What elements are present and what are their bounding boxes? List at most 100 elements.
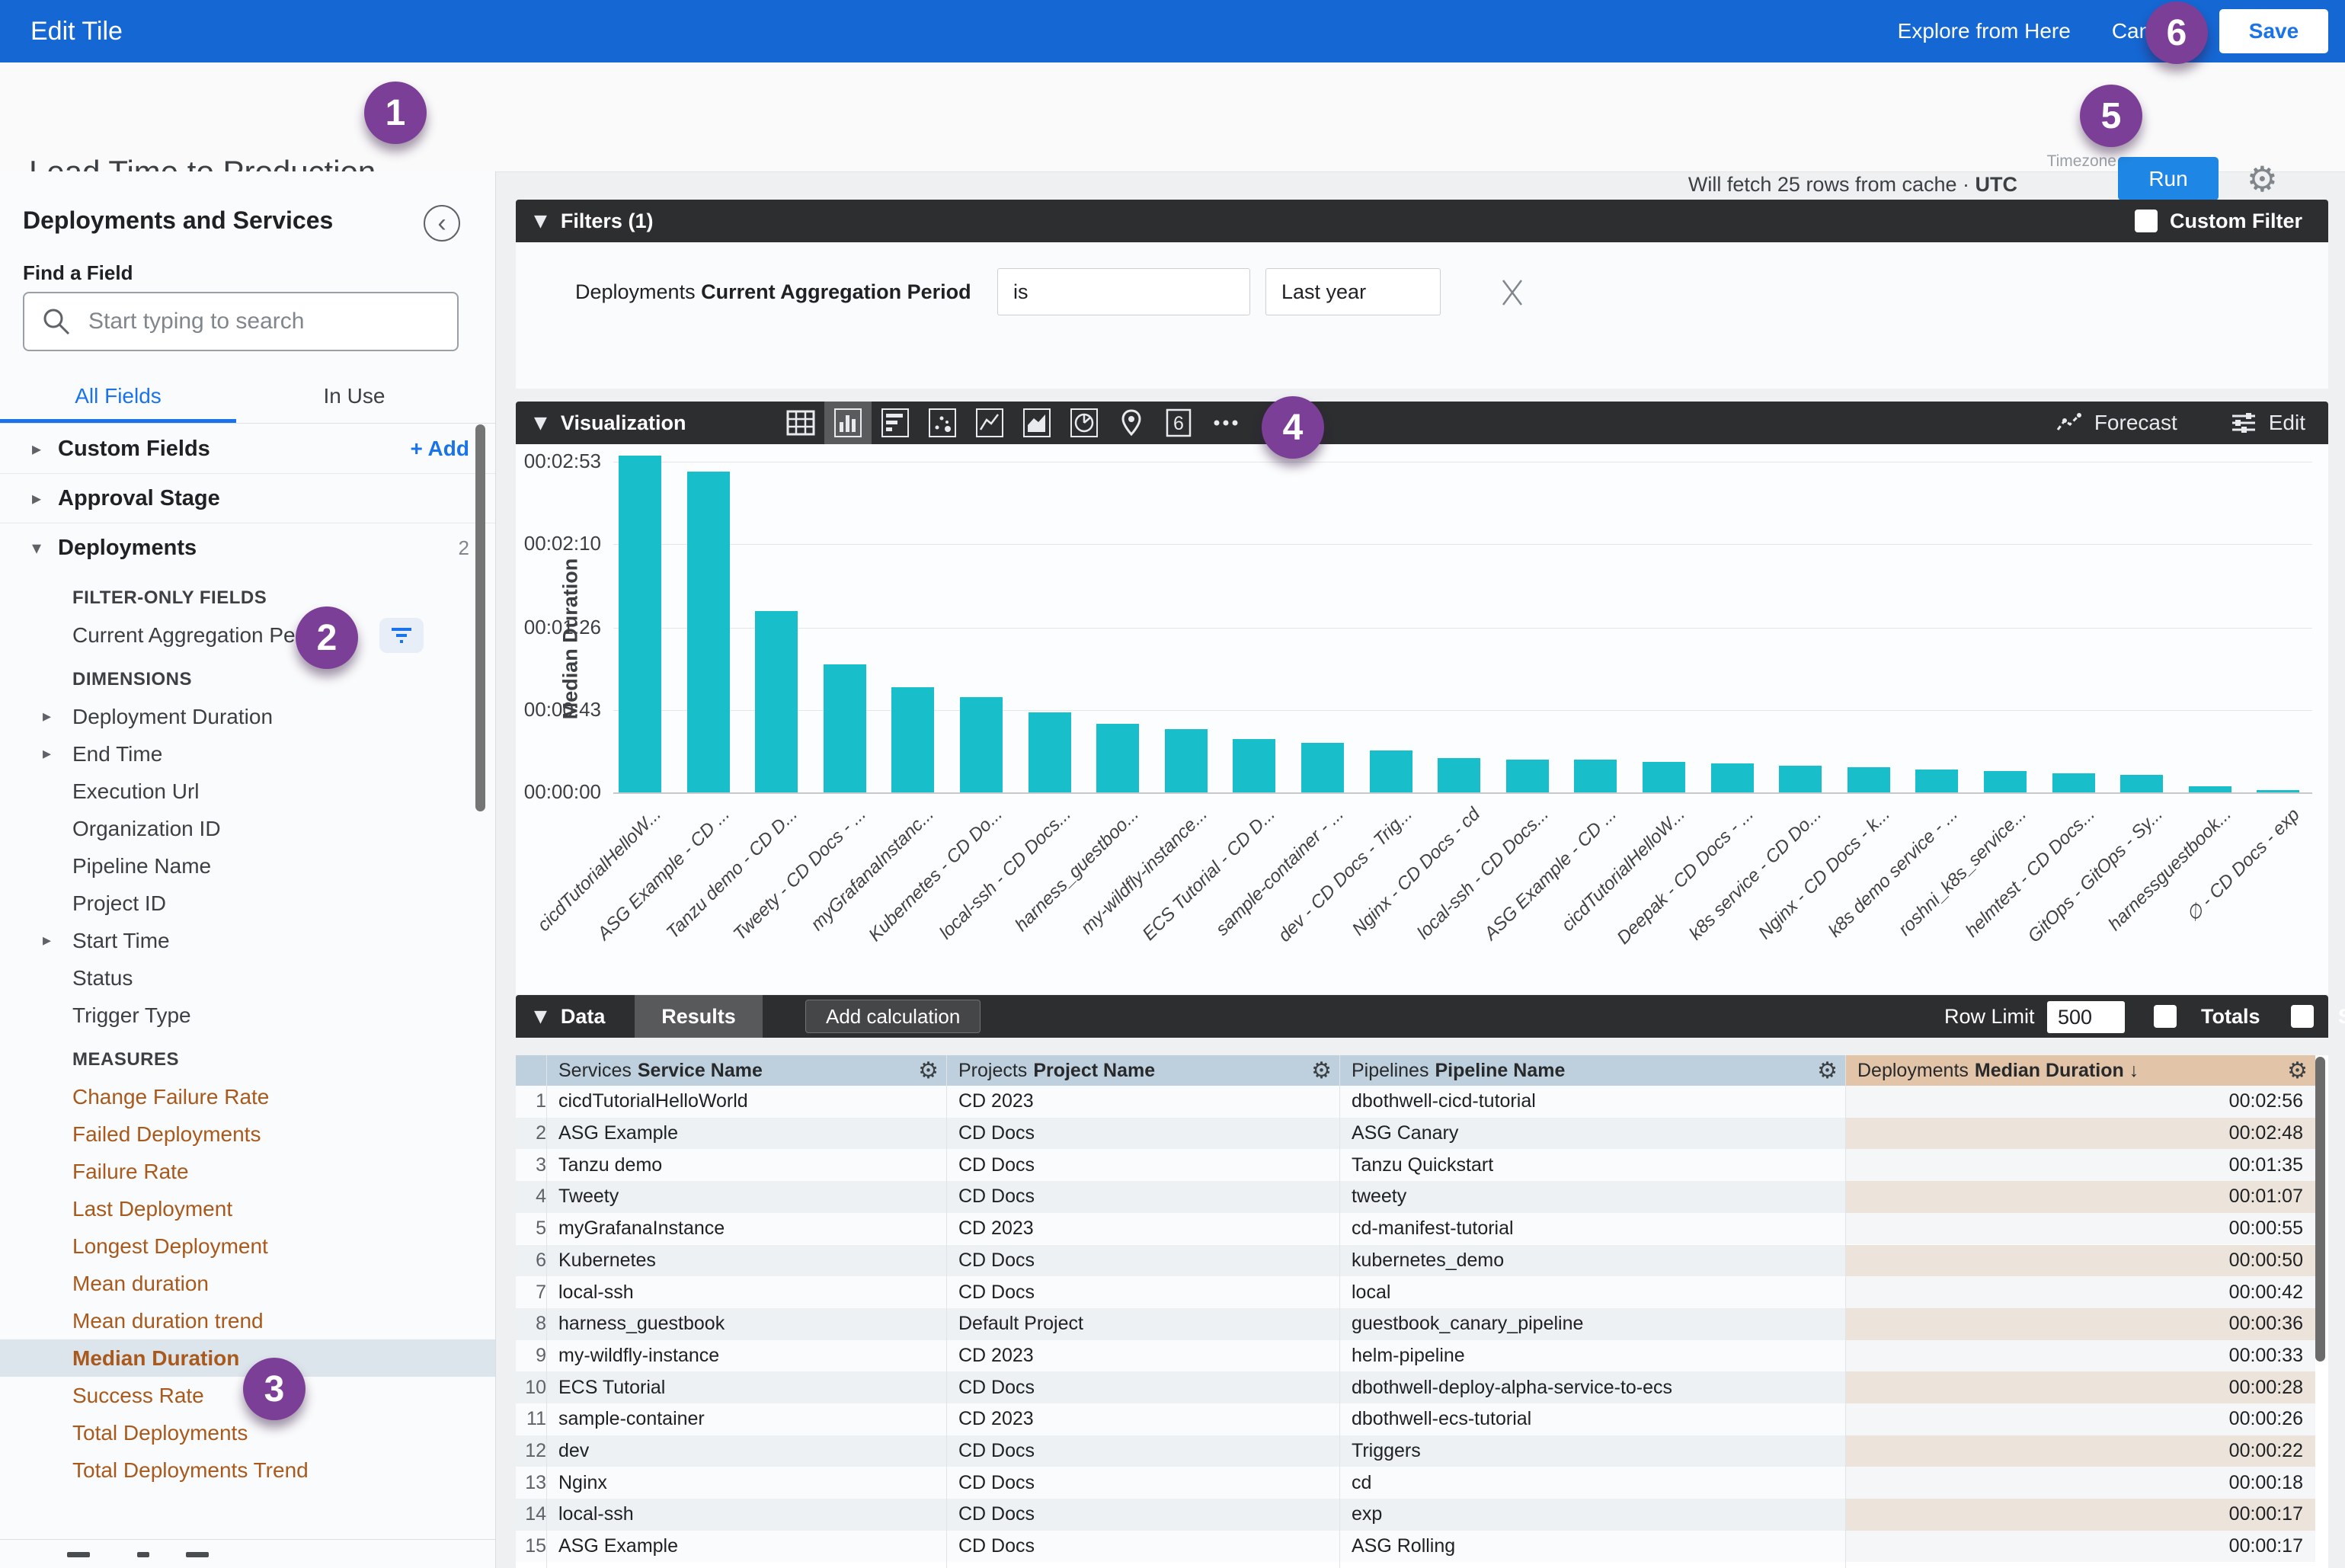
cell-median-duration[interactable]: 00:00:17	[1845, 1531, 2315, 1563]
run-button[interactable]: Run	[2118, 157, 2219, 200]
viz-type-column-icon[interactable]	[824, 402, 872, 444]
cell-project-name[interactable]: CD Docs	[946, 1435, 1339, 1467]
field-item[interactable]: Status	[0, 959, 495, 997]
section-collapse-caret-icon[interactable]: ▼	[534, 414, 547, 433]
cell-median-duration[interactable]: 00:00:17	[1845, 1499, 2315, 1531]
column-gear-icon[interactable]: ⚙	[1817, 1058, 1838, 1084]
chart-bar[interactable]	[1643, 762, 1685, 792]
field-item[interactable]: Organization ID	[0, 810, 495, 847]
chart-bar[interactable]	[2257, 790, 2299, 792]
tree-caret-icon[interactable]: ▸	[43, 707, 51, 726]
timezone-label[interactable]: Timezone	[2047, 152, 2116, 171]
cell-median-duration[interactable]: 00:00:26	[1845, 1403, 2315, 1435]
chart-bar[interactable]	[1848, 767, 1890, 792]
sidebar-group-approval-stage[interactable]: ▸ Approval Stage	[0, 474, 495, 523]
chart-bar[interactable]	[1506, 760, 1549, 792]
cell-pipeline-name[interactable]: cd-manifest-tutorial	[1339, 1213, 1845, 1245]
cell-service-name[interactable]: dev	[546, 1435, 946, 1467]
data-section-bar[interactable]: ▼ Data Results Add calculation Row Limit…	[516, 995, 2328, 1038]
edit-viz-button[interactable]: Edit	[2231, 411, 2305, 435]
cell-project-name[interactable]: CD Docs	[946, 1149, 1339, 1181]
cell-service-name[interactable]: my-wildfly-instance	[546, 1340, 946, 1372]
chart-bar[interactable]	[1301, 743, 1344, 792]
cell-median-duration[interactable]: 00:00:18	[1845, 1467, 2315, 1499]
cell-median-duration[interactable]: 00:00:36	[1845, 1308, 2315, 1340]
cell-project-name[interactable]: CD 2023	[946, 1213, 1339, 1245]
column-gear-icon[interactable]: ⚙	[2287, 1058, 2308, 1084]
row-limit-input[interactable]	[2047, 1001, 2125, 1033]
cell-project-name[interactable]: CD Docs	[946, 1467, 1339, 1499]
chart-bar[interactable]	[1233, 739, 1275, 792]
viz-type-more-icon[interactable]	[1202, 402, 1249, 444]
cell-project-name[interactable]: CD Docs	[946, 1245, 1339, 1277]
totals-checkbox[interactable]	[2154, 1005, 2177, 1028]
filters-section-bar[interactable]: ▼ Filters (1) Custom Filter	[516, 200, 2328, 242]
filter-field-button[interactable]	[379, 618, 424, 653]
explore-from-here-link[interactable]: Explore from Here	[1898, 19, 2071, 43]
field-item[interactable]: Current Aggregation Period	[0, 616, 495, 654]
cell-project-name[interactable]: CD 2023	[946, 1403, 1339, 1435]
chart-bar[interactable]	[1574, 760, 1617, 792]
cell-pipeline-name[interactable]: ASG Rolling	[1339, 1531, 1845, 1563]
tree-caret-icon[interactable]: ▾	[32, 537, 58, 558]
sidebar-group-custom-fields[interactable]: ▸ Custom Fields+ Add	[0, 424, 495, 474]
cell-pipeline-name[interactable]: ASG Canary	[1339, 1118, 1845, 1150]
viz-type-bar-icon[interactable]	[872, 402, 919, 444]
cell-median-duration[interactable]: 00:00:28	[1845, 1371, 2315, 1403]
column-gear-icon[interactable]: ⚙	[1311, 1058, 1332, 1084]
remove-filter-icon[interactable]	[1499, 277, 1526, 308]
cell-service-name[interactable]: ASG Example	[546, 1118, 946, 1150]
viz-type-single-value-icon[interactable]: 6	[1155, 402, 1202, 444]
results-tab[interactable]: Results	[635, 995, 763, 1038]
chart-bar[interactable]	[1711, 763, 1754, 792]
cell-project-name[interactable]: CD 2023	[946, 1086, 1339, 1118]
field-item[interactable]: ▸Deployment Duration	[0, 698, 495, 735]
column-gear-icon[interactable]: ⚙	[918, 1058, 939, 1084]
tab-all-fields[interactable]: All Fields	[0, 376, 236, 423]
cell-project-name[interactable]: Default Project	[946, 1308, 1339, 1340]
gear-icon[interactable]: ⚙	[2247, 158, 2278, 200]
custom-filter-checkbox[interactable]	[2135, 210, 2158, 232]
field-search-input[interactable]: Start typing to search	[23, 292, 459, 351]
chart-bar[interactable]	[1915, 770, 1958, 792]
column-header-project-name[interactable]: Projects Project Name ⚙	[946, 1055, 1339, 1086]
cell-project-name[interactable]: CD Docs	[946, 1531, 1339, 1563]
field-item[interactable]: Trigger Type	[0, 997, 495, 1034]
column-header-median-duration[interactable]: Deployments Median Duration ↓ ⚙	[1845, 1055, 2315, 1086]
chart-bar[interactable]	[1165, 729, 1208, 792]
cell-pipeline-name[interactable]: helm-pipeline	[1339, 1340, 1845, 1372]
viz-type-map-icon[interactable]	[1108, 402, 1155, 444]
field-item[interactable]: Pipeline Name	[0, 847, 495, 885]
viz-type-line-icon[interactable]	[966, 402, 1013, 444]
chart-bar[interactable]	[1438, 758, 1480, 792]
cell-pipeline-name[interactable]: dbothwell-ecs-tutorial	[1339, 1403, 1845, 1435]
field-item[interactable]: Failure Rate	[0, 1153, 495, 1190]
tree-caret-icon[interactable]: ▸	[32, 438, 58, 459]
add-calculation-button[interactable]: Add calculation	[805, 1000, 981, 1033]
column-header-service-name[interactable]: Services Service Name ⚙	[546, 1055, 946, 1086]
field-item[interactable]: ▸End Time	[0, 735, 495, 773]
subtotals-checkbox[interactable]	[2291, 1005, 2314, 1028]
chart-bar[interactable]	[1029, 712, 1071, 792]
cell-service-name[interactable]: ECS Tutorial	[546, 1371, 946, 1403]
cell-median-duration[interactable]: 00:01:35	[1845, 1149, 2315, 1181]
chart-bar[interactable]	[1096, 724, 1139, 792]
table-scrollbar[interactable]	[2315, 1057, 2325, 1362]
cell-project-name[interactable]: CD Docs	[946, 1181, 1339, 1213]
viz-type-pie-icon[interactable]	[1061, 402, 1108, 444]
chart-bar[interactable]	[619, 456, 661, 792]
cell-median-duration[interactable]: 00:00:33	[1845, 1340, 2315, 1372]
tree-caret-icon[interactable]: ▸	[32, 488, 58, 509]
cell-service-name[interactable]: local-ssh	[546, 1276, 946, 1308]
chart-bar[interactable]	[2052, 773, 2095, 792]
cell-project-name[interactable]: CD 2023	[946, 1340, 1339, 1372]
chart-bar[interactable]	[1984, 771, 2027, 792]
cell-service-name[interactable]: Nginx	[546, 1467, 946, 1499]
chart-bar[interactable]	[1779, 766, 1822, 792]
tree-caret-icon[interactable]: ▸	[43, 744, 51, 763]
cell-service-name[interactable]: cicdTutorialHelloWorld	[546, 1086, 946, 1118]
cell-service-name[interactable]: Kubernetes	[546, 1245, 946, 1277]
cell-service-name[interactable]: myGrafanaInstance	[546, 1213, 946, 1245]
forecast-button[interactable]: Forecast	[2056, 411, 2177, 435]
cell-project-name[interactable]: CD Docs	[946, 1118, 1339, 1150]
